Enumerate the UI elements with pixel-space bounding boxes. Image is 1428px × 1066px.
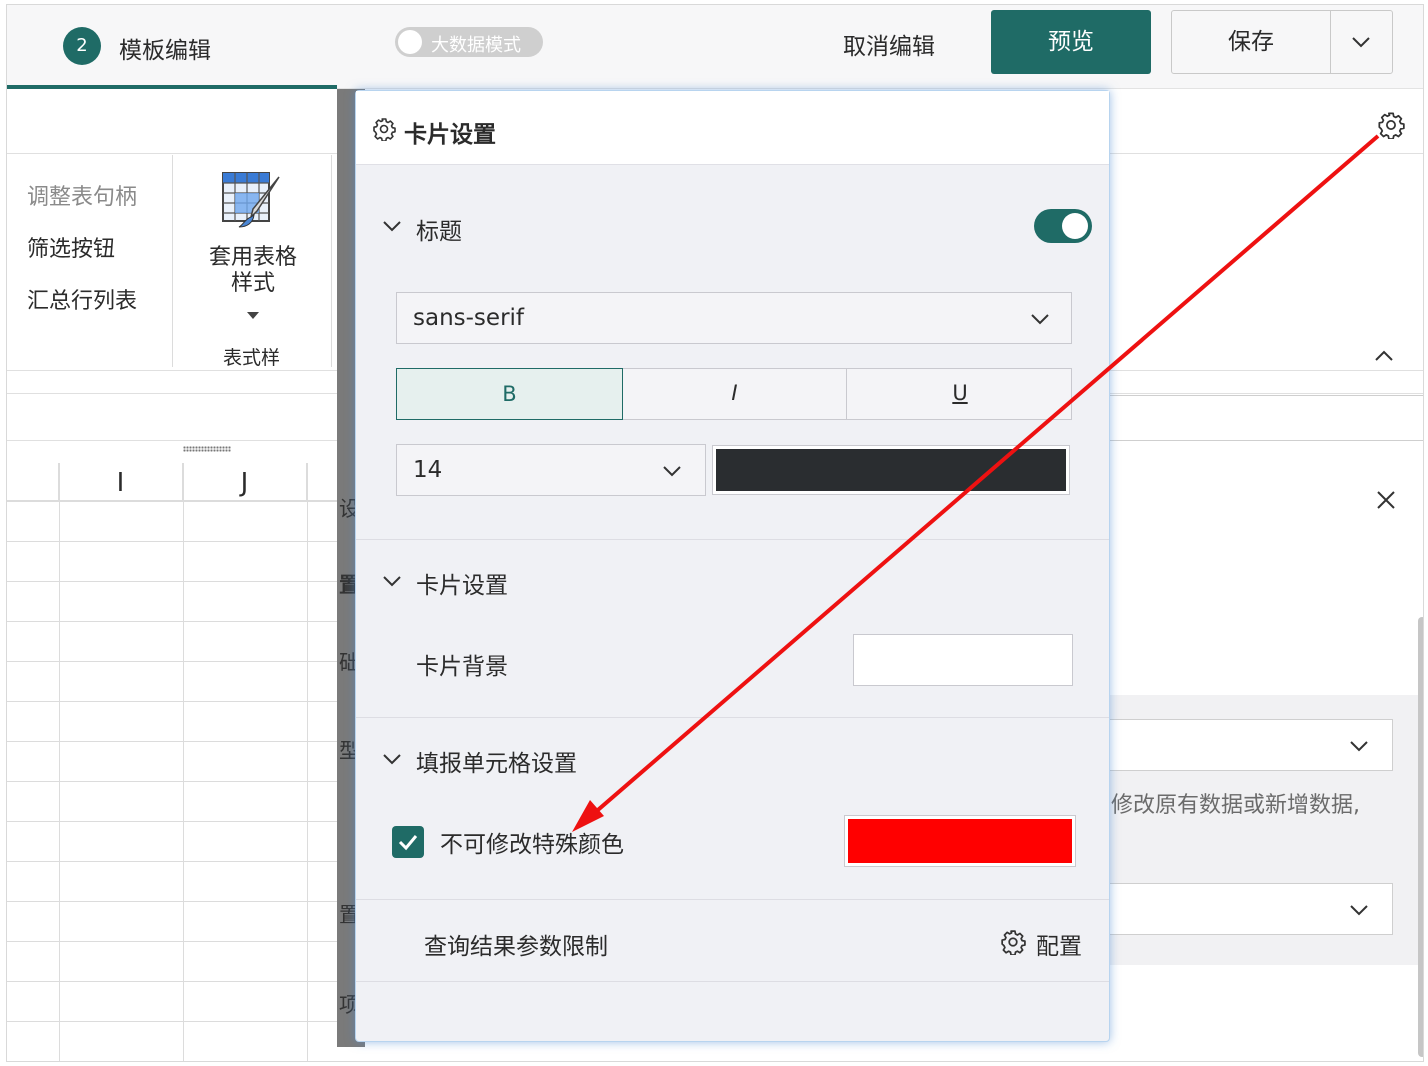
drag-handle-icon[interactable] bbox=[183, 446, 231, 452]
tool-summary-row[interactable]: 汇总行列表 bbox=[27, 283, 137, 315]
step-label[interactable]: 模板编辑 bbox=[119, 31, 211, 65]
big-data-mode-label: 大数据模式 bbox=[431, 35, 521, 56]
right-select-2[interactable] bbox=[1107, 883, 1393, 935]
right-select-1[interactable] bbox=[1107, 719, 1393, 771]
right-input-field[interactable] bbox=[1107, 395, 1423, 441]
grid-row-line bbox=[7, 661, 337, 662]
bold-button[interactable]: B bbox=[396, 368, 623, 420]
chevron-down-icon bbox=[1031, 314, 1049, 325]
step-number-badge: 2 bbox=[63, 27, 101, 65]
save-divider bbox=[1330, 11, 1331, 73]
special-color-fill bbox=[848, 819, 1072, 863]
tool-adjust-handle[interactable]: 调整表句柄 bbox=[27, 179, 137, 211]
title-enabled-toggle[interactable] bbox=[1034, 209, 1092, 243]
chevron-down-icon[interactable] bbox=[1350, 31, 1372, 53]
query-limit-label: 查询结果参数限制 bbox=[424, 934, 608, 960]
section-divider bbox=[356, 539, 1109, 540]
gear-icon[interactable] bbox=[1377, 111, 1405, 139]
column-header-j[interactable]: J bbox=[183, 463, 307, 501]
grid-row-line bbox=[7, 861, 337, 862]
preview-button[interactable]: 预览 bbox=[991, 10, 1151, 74]
dropdown-triangle-icon[interactable] bbox=[247, 312, 259, 319]
toggle-knob bbox=[398, 30, 422, 54]
config-label: 配置 bbox=[1036, 934, 1082, 960]
underline-button[interactable]: U bbox=[847, 368, 1073, 420]
grid-row-line bbox=[7, 981, 337, 982]
grid-row-line bbox=[7, 901, 337, 902]
readonly-color-checkbox[interactable] bbox=[392, 826, 424, 858]
grid-row-line bbox=[7, 581, 337, 582]
italic-button[interactable]: I bbox=[623, 368, 847, 420]
grid-row-line bbox=[7, 781, 337, 782]
section-divider bbox=[356, 981, 1109, 982]
title-color-picker[interactable] bbox=[712, 445, 1070, 495]
font-family-value: sans-serif bbox=[413, 305, 525, 331]
column-header-partial[interactable] bbox=[307, 463, 337, 501]
popup-title: 卡片设置 bbox=[404, 122, 496, 148]
tool-filter-button[interactable]: 筛选按钮 bbox=[27, 231, 115, 263]
chevron-down-icon[interactable] bbox=[382, 218, 402, 234]
grid-row-line bbox=[7, 541, 337, 542]
grid-column-line bbox=[59, 463, 60, 1061]
top-bar: 2 模板编辑 大数据模式 取消编辑 预览 保存 bbox=[7, 5, 1423, 89]
font-size-select[interactable]: 14 bbox=[396, 444, 706, 496]
section-divider bbox=[356, 899, 1109, 900]
grid-row-line bbox=[7, 701, 337, 702]
title-color-fill bbox=[716, 449, 1066, 491]
big-data-mode-toggle[interactable]: 大数据模式 bbox=[395, 27, 543, 57]
card-background-color-picker[interactable] bbox=[853, 634, 1073, 686]
title-section-label[interactable]: 标题 bbox=[416, 212, 462, 246]
active-step-underline bbox=[7, 85, 337, 89]
fill-cell-section-label[interactable]: 填报单元格设置 bbox=[416, 744, 577, 778]
grid-row-line bbox=[7, 941, 337, 942]
chevron-down-icon bbox=[663, 466, 681, 477]
right-panel-note: 修改原有数据或新增数据, bbox=[1111, 793, 1360, 818]
card-settings-popup: 卡片设置 标题 sans-serif B I U 14 卡片设置 卡片背景 填报… bbox=[355, 90, 1110, 1042]
special-color-picker[interactable] bbox=[844, 815, 1076, 867]
apply-table-style-button[interactable]: 套用表格样式 bbox=[203, 245, 303, 297]
grid-row-line bbox=[7, 621, 337, 622]
table-style-group-caption: 表式样 bbox=[223, 347, 281, 369]
column-header-i[interactable]: I bbox=[59, 463, 183, 501]
vertical-scrollbar[interactable] bbox=[1418, 617, 1423, 1057]
grid-row-line bbox=[7, 821, 337, 822]
chevron-down-icon[interactable] bbox=[382, 751, 402, 767]
save-button[interactable]: 保存 bbox=[1172, 11, 1330, 73]
grid-row-line bbox=[7, 741, 337, 742]
spreadsheet-grid[interactable]: I J bbox=[7, 463, 337, 1062]
gear-icon bbox=[373, 118, 396, 141]
toggle-knob bbox=[1062, 213, 1088, 239]
font-size-value: 14 bbox=[413, 457, 443, 483]
cancel-edit-button[interactable]: 取消编辑 bbox=[843, 27, 935, 61]
section-divider bbox=[356, 717, 1109, 718]
chevron-down-icon bbox=[1350, 741, 1368, 752]
close-icon[interactable] bbox=[1375, 489, 1397, 511]
chevron-down-icon[interactable] bbox=[382, 573, 402, 589]
save-split-button[interactable]: 保存 bbox=[1171, 10, 1393, 74]
card-background-label: 卡片背景 bbox=[416, 654, 508, 680]
tool-divider bbox=[172, 155, 173, 367]
collapse-ribbon-icon[interactable] bbox=[1373, 347, 1395, 363]
popup-header: 卡片设置 bbox=[356, 91, 1109, 165]
card-section-label[interactable]: 卡片设置 bbox=[416, 566, 508, 600]
grid-row-line bbox=[7, 501, 337, 502]
column-header-blank bbox=[7, 463, 59, 501]
grid-row-line bbox=[7, 1021, 337, 1022]
gear-icon bbox=[1001, 930, 1026, 955]
tool-divider bbox=[331, 155, 332, 367]
grid-row-line bbox=[7, 1061, 337, 1062]
text-style-buttons: B I U bbox=[396, 368, 1072, 420]
grid-column-line bbox=[307, 463, 308, 1061]
table-style-icon[interactable] bbox=[221, 171, 283, 229]
grid-column-line bbox=[183, 463, 184, 1061]
readonly-color-label[interactable]: 不可修改特殊颜色 bbox=[440, 825, 624, 859]
font-family-select[interactable]: sans-serif bbox=[396, 292, 1072, 344]
chevron-down-icon bbox=[1350, 905, 1368, 916]
checkmark-icon bbox=[398, 835, 418, 851]
